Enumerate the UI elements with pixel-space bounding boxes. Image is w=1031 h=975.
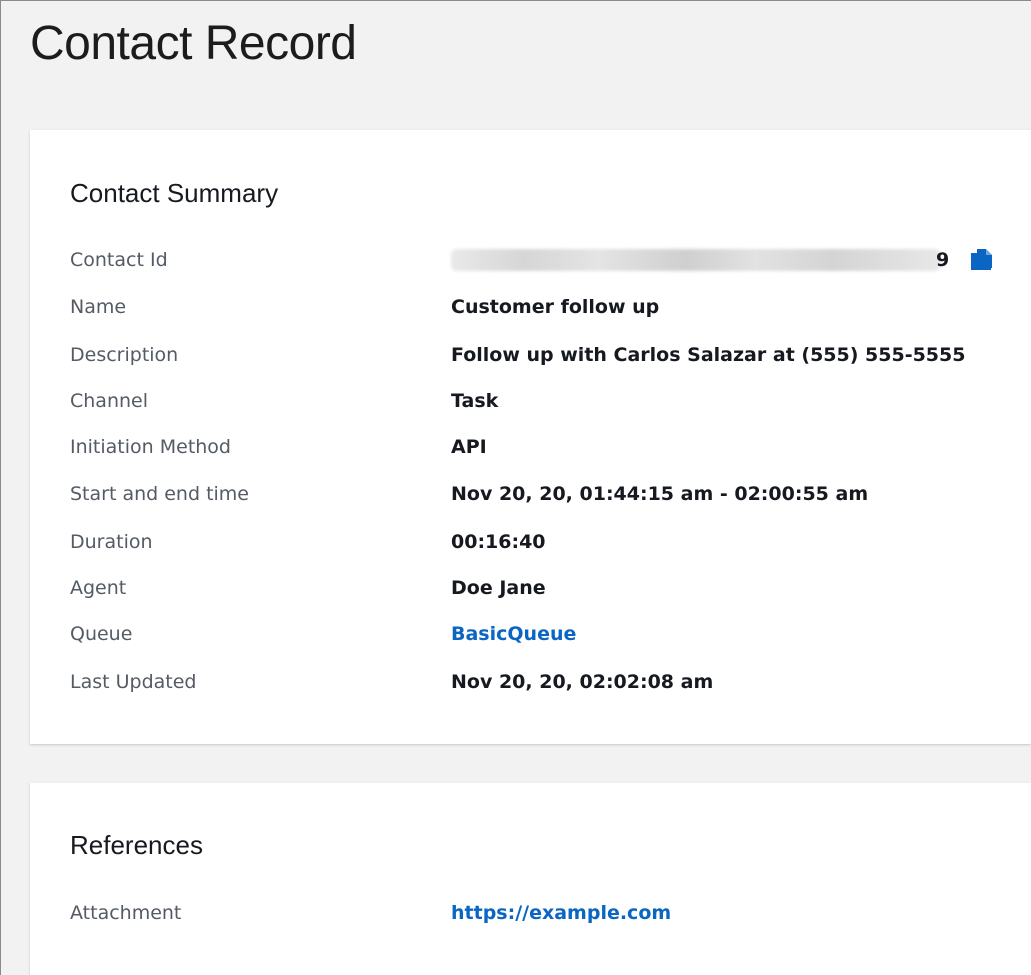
channel-label: Channel xyxy=(70,390,149,412)
channel-value: Task xyxy=(451,390,499,412)
last-updated-row: Last Updated Nov 20, 20, 02:02:08 am xyxy=(70,667,1031,697)
last-updated-value: Nov 20, 20, 02:02:08 am xyxy=(451,671,714,693)
initiation-method-value: API xyxy=(451,436,487,458)
window-left-border xyxy=(0,0,1,975)
attachment-label: Attachment xyxy=(70,902,182,924)
start-end-time-label: Start and end time xyxy=(70,483,249,505)
description-label: Description xyxy=(70,344,179,366)
references-card: References Attachment https://example.co… xyxy=(30,783,1031,975)
contact-summary-title: Contact Summary xyxy=(70,178,279,208)
channel-row: Channel Task xyxy=(70,386,1031,416)
page-title: Contact Record xyxy=(30,17,357,70)
name-value: Customer follow up xyxy=(451,296,660,318)
copy-icon[interactable] xyxy=(968,247,994,273)
agent-value: Doe Jane xyxy=(451,577,546,599)
queue-label: Queue xyxy=(70,623,133,645)
start-end-time-row: Start and end time Nov 20, 20, 01:44:15 … xyxy=(70,479,1031,509)
references-title: References xyxy=(70,830,203,860)
contact-summary-card: Contact Summary Contact Id 9 Name Custom… xyxy=(30,130,1031,744)
agent-row: Agent Doe Jane xyxy=(70,573,1031,603)
initiation-method-row: Initiation Method API xyxy=(70,432,1031,462)
contact-id-row: Contact Id 9 xyxy=(70,245,1031,275)
queue-row: Queue BasicQueue xyxy=(70,619,1031,649)
name-label: Name xyxy=(70,296,127,318)
contact-id-visible-tail: 9 xyxy=(936,249,950,271)
initiation-method-label: Initiation Method xyxy=(70,436,231,458)
description-value: Follow up with Carlos Salazar at (555) 5… xyxy=(451,344,966,366)
duration-label: Duration xyxy=(70,531,153,553)
contact-id-redacted-value xyxy=(451,249,941,271)
name-row: Name Customer follow up xyxy=(70,292,1031,322)
contact-id-label: Contact Id xyxy=(70,249,168,271)
attachment-row: Attachment https://example.com xyxy=(70,898,1031,928)
attachment-link[interactable]: https://example.com xyxy=(451,898,671,928)
window-top-border xyxy=(0,0,1031,1)
start-end-time-value: Nov 20, 20, 01:44:15 am - 02:00:55 am xyxy=(451,483,869,505)
description-row: Description Follow up with Carlos Salaza… xyxy=(70,340,1031,370)
duration-row: Duration 00:16:40 xyxy=(70,527,1031,557)
duration-value: 00:16:40 xyxy=(451,531,546,553)
last-updated-label: Last Updated xyxy=(70,671,197,693)
agent-label: Agent xyxy=(70,577,127,599)
queue-link[interactable]: BasicQueue xyxy=(451,619,576,649)
